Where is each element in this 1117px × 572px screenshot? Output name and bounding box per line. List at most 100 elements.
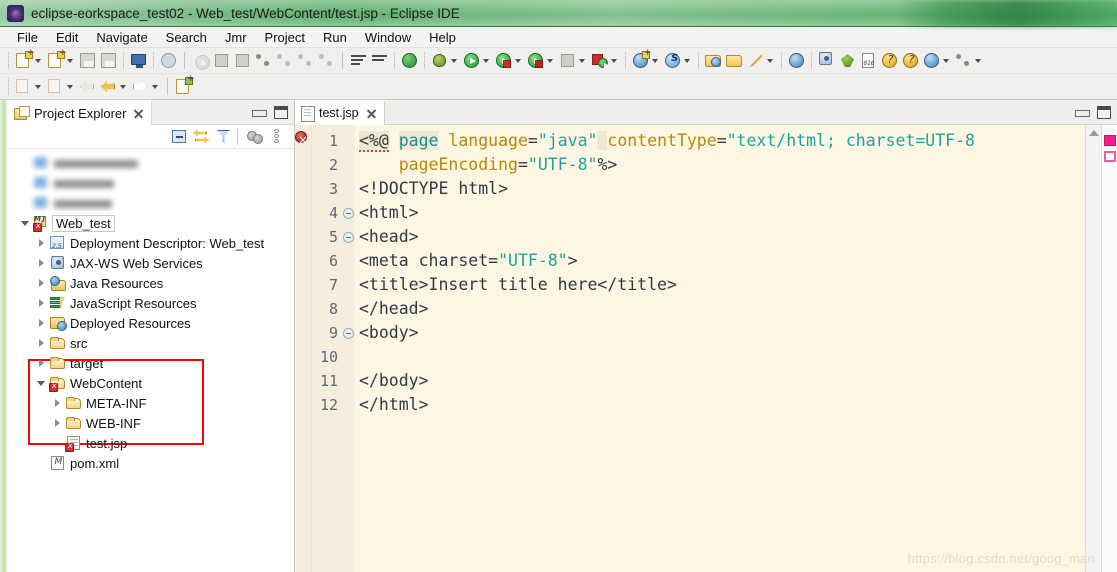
help-search-icon[interactable] — [880, 51, 899, 70]
quick-fix-dropdown-caret[interactable] — [766, 52, 775, 69]
menu-edit[interactable]: Edit — [47, 29, 87, 46]
save-icon[interactable] — [78, 51, 97, 70]
minimize-icon[interactable] — [252, 107, 267, 118]
tree-item-redacted[interactable] — [8, 153, 294, 173]
tomcat-icon[interactable] — [838, 51, 857, 70]
run-last-icon[interactable] — [590, 51, 610, 70]
forward-dropdown-caret[interactable] — [151, 78, 160, 95]
editor-marker-bar[interactable] — [295, 125, 312, 572]
run-last-dropdown-caret[interactable] — [610, 52, 619, 69]
code-line[interactable]: <title>Insert title here</title> — [355, 273, 1085, 297]
tab-project-explorer[interactable]: Project Explorer — [8, 99, 153, 125]
tree-item-web-inf[interactable]: WEB-INF — [8, 413, 294, 433]
menu-search[interactable]: Search — [157, 29, 216, 46]
new-enum-dropdown-caret[interactable] — [66, 78, 75, 95]
menu-window[interactable]: Window — [356, 29, 420, 46]
overview-marker[interactable] — [1104, 135, 1116, 146]
tree-item-src[interactable]: src — [8, 333, 294, 353]
new-jsp-file-icon[interactable] — [174, 74, 195, 96]
debug-dropdown-caret[interactable] — [450, 52, 459, 69]
overlap-icon[interactable] — [245, 127, 264, 146]
previous-edit-location-icon[interactable] — [78, 77, 97, 96]
code-line[interactable]: <body> — [355, 321, 1085, 345]
tree-item-test-jsp[interactable]: test.jsp — [8, 433, 294, 453]
editor-vertical-scrollbar[interactable] — [1085, 125, 1101, 572]
new-web-project-icon[interactable] — [631, 48, 652, 70]
code-line[interactable]: </head> — [355, 297, 1085, 321]
new-wizard-dropdown-caret[interactable] — [34, 52, 43, 69]
new-spring-dropdown-caret[interactable] — [683, 52, 692, 69]
code-line[interactable]: <head> — [355, 225, 1085, 249]
profile-icon[interactable] — [526, 51, 545, 70]
code-line[interactable] — [355, 345, 1085, 369]
next-annotation-icon[interactable] — [370, 51, 389, 70]
minimize-icon[interactable] — [1075, 107, 1090, 118]
open-type-icon[interactable] — [704, 51, 723, 70]
menu-project[interactable]: Project — [256, 29, 314, 46]
disconnect-icon[interactable] — [254, 51, 273, 70]
quick-fix-icon[interactable] — [746, 51, 765, 70]
menu-jmr[interactable]: Jmr — [216, 29, 256, 46]
new-java-project-icon[interactable] — [46, 48, 67, 70]
tree-twisty-closed-icon[interactable] — [36, 278, 47, 289]
tree-item-redacted[interactable] — [8, 173, 294, 193]
share-icon[interactable] — [954, 51, 973, 70]
tree-item-webcontent[interactable]: WebContent — [8, 373, 294, 393]
save-all-icon[interactable] — [99, 51, 118, 70]
tree-twisty-closed-icon[interactable] — [36, 318, 47, 329]
run-as-server-icon[interactable] — [494, 51, 513, 70]
step-over-icon[interactable] — [296, 51, 315, 70]
collapse-all-icon[interactable] — [170, 127, 189, 146]
new-web-project-dropdown-caret[interactable] — [651, 52, 660, 69]
code-line[interactable]: pageEncoding="UTF-8"%> — [355, 153, 1085, 177]
scroll-up-arrow-icon[interactable] — [1089, 130, 1099, 136]
editor-overview-ruler[interactable] — [1101, 125, 1117, 572]
overview-marker[interactable] — [1104, 151, 1116, 162]
run-icon[interactable] — [462, 51, 481, 70]
tree-item-redacted[interactable] — [8, 193, 294, 213]
tree-item-jax-ws-web-services[interactable]: JAX-WS Web Services — [8, 253, 294, 273]
tree-item-pom-xml[interactable]: pom.xml — [8, 453, 294, 473]
menu-help[interactable]: Help — [420, 29, 465, 46]
new-annotation-dropdown-caret[interactable] — [34, 78, 43, 95]
new-enum-icon[interactable] — [46, 77, 65, 96]
tree-item-deployment-descriptor-web-test[interactable]: Deployment Descriptor: Web_test — [8, 233, 294, 253]
tree-item-target[interactable]: target — [8, 353, 294, 373]
profile-dropdown-caret[interactable] — [546, 52, 555, 69]
skip-all-breakpoints-icon[interactable] — [159, 51, 178, 70]
tree-item-java-resources[interactable]: Java Resources — [8, 273, 294, 293]
code-line[interactable]: <!DOCTYPE html> — [355, 177, 1085, 201]
run-as-server-dropdown-caret[interactable] — [514, 52, 523, 69]
link-with-editor-icon[interactable] — [192, 127, 211, 146]
error-marker-icon[interactable] — [295, 128, 311, 155]
tree-item-javascript-resources[interactable]: JavaScript Resources — [8, 293, 294, 313]
tree-twisty-closed-icon[interactable] — [36, 338, 47, 349]
fold-collapse-icon[interactable] — [342, 225, 355, 249]
search-reference-icon[interactable] — [817, 51, 836, 70]
step-return-icon[interactable] — [317, 51, 336, 70]
code-line[interactable]: <html> — [355, 201, 1085, 225]
filter-icon[interactable] — [214, 127, 233, 146]
code-line[interactable]: <meta charset="UTF-8"> — [355, 249, 1085, 273]
new-wizard-icon[interactable] — [14, 48, 35, 70]
menu-run[interactable]: Run — [314, 29, 356, 46]
open-resource-icon[interactable] — [725, 51, 744, 70]
code-line[interactable]: </html> — [355, 393, 1085, 417]
step-into-icon[interactable] — [275, 51, 294, 70]
tree-twisty-closed-icon[interactable] — [36, 298, 47, 309]
tree-twisty-closed-icon[interactable] — [52, 418, 63, 429]
editor-folding-column[interactable] — [342, 125, 355, 572]
browser-icon[interactable] — [922, 51, 941, 70]
new-annotation-icon[interactable] — [14, 77, 33, 96]
close-icon[interactable] — [365, 107, 378, 120]
tree-item-meta-inf[interactable]: META-INF — [8, 393, 294, 413]
code-line[interactable]: </body> — [355, 369, 1085, 393]
menu-navigate[interactable]: Navigate — [87, 29, 156, 46]
new-java-project-dropdown-caret[interactable] — [66, 52, 75, 69]
close-icon[interactable] — [132, 107, 145, 120]
tab-test-jsp[interactable]: test.jsp — [295, 99, 385, 125]
tree-twisty-closed-icon[interactable] — [36, 258, 47, 269]
code-line[interactable]: <%@ page language="java" contentType="te… — [355, 129, 1085, 153]
maximize-icon[interactable] — [274, 105, 288, 119]
new-spring-icon[interactable] — [663, 51, 682, 70]
